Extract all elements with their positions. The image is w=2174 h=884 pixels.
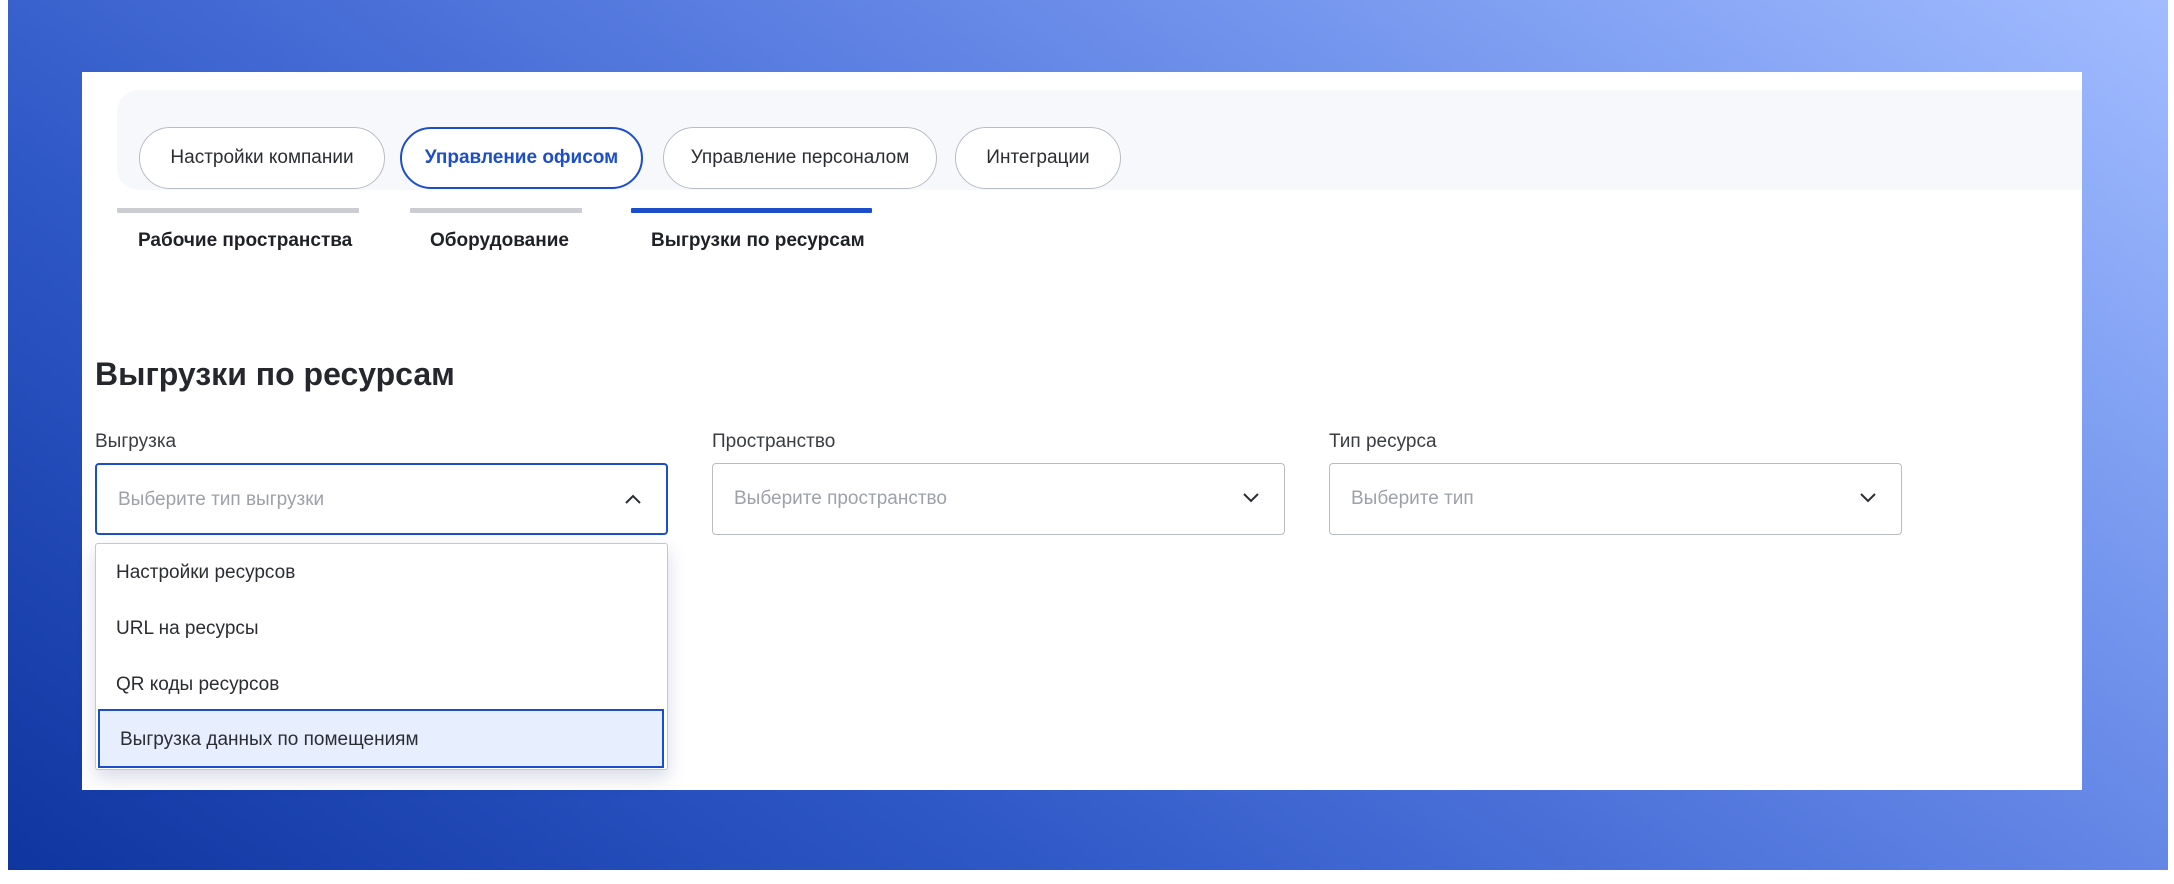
subtab-indicator — [117, 208, 359, 213]
export-field-label: Выгрузка — [95, 431, 177, 452]
option-resource-qr-codes[interactable]: QR коды ресурсов — [96, 656, 667, 712]
subtab-resource-exports[interactable]: Выгрузки по ресурсам — [631, 208, 872, 251]
subtab-label: Оборудование — [430, 230, 569, 251]
space-placeholder: Выберите пространство — [734, 488, 947, 509]
tab-integrations[interactable]: Интеграции — [955, 127, 1121, 189]
resource-type-placeholder: Выберите тип — [1351, 488, 1474, 509]
tab-label: Управление офисом — [424, 147, 619, 168]
tab-office-management[interactable]: Управление офисом — [400, 127, 643, 189]
option-label: URL на ресурсы — [116, 618, 259, 639]
settings-panel: Настройки компании Управление офисом Упр… — [82, 72, 2082, 790]
space-field-label: Пространство — [712, 431, 836, 452]
option-resource-settings[interactable]: Настройки ресурсов — [96, 544, 667, 600]
option-label: Выгрузка данных по помещениям — [120, 729, 419, 750]
resource-type-select[interactable]: Выберите тип — [1329, 463, 1902, 535]
chevron-down-icon[interactable] — [1242, 492, 1260, 504]
option-resource-urls[interactable]: URL на ресурсы — [96, 600, 667, 656]
tab-company-settings[interactable]: Настройки компании — [139, 127, 385, 189]
option-label: Настройки ресурсов — [116, 562, 296, 583]
option-room-data-export[interactable]: Выгрузка данных по помещениям — [98, 709, 664, 768]
tab-label: Интеграции — [986, 147, 1090, 168]
tab-label: Управление персоналом — [690, 147, 910, 168]
subtab-indicator — [631, 208, 872, 213]
export-type-dropdown: Настройки ресурсов URL на ресурсы QR код… — [95, 543, 668, 770]
option-label: QR коды ресурсов — [116, 674, 280, 695]
subtab-indicator — [410, 208, 582, 213]
chevron-up-icon[interactable] — [624, 493, 642, 505]
tab-label: Настройки компании — [170, 147, 354, 168]
export-type-placeholder: Выберите тип выгрузки — [118, 489, 325, 510]
top-tabs-bar: Настройки компании Управление офисом Упр… — [117, 90, 2082, 190]
subtab-equipment[interactable]: Оборудование — [410, 208, 582, 251]
chevron-down-icon[interactable] — [1859, 492, 1877, 504]
subtab-workspaces[interactable]: Рабочие пространства — [117, 208, 359, 251]
tab-staff-management[interactable]: Управление персоналом — [663, 127, 937, 189]
export-type-select[interactable]: Выберите тип выгрузки — [95, 463, 668, 535]
subtab-label: Выгрузки по ресурсам — [651, 230, 865, 251]
space-select[interactable]: Выберите пространство — [712, 463, 1285, 535]
resource-type-field-label: Тип ресурса — [1329, 431, 1437, 452]
page-title: Выгрузки по ресурсам — [95, 356, 455, 392]
subtab-label: Рабочие пространства — [138, 230, 353, 251]
